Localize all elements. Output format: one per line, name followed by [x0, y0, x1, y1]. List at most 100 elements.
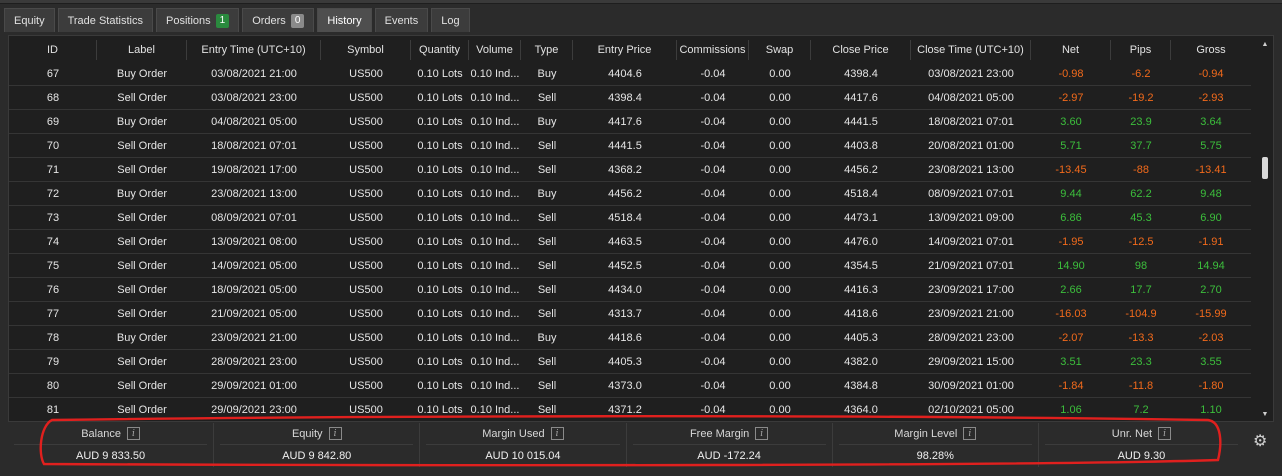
- cell-close-time-utc-10: 14/09/2021 07:01: [928, 235, 1014, 248]
- column-header-type[interactable]: Type: [521, 40, 573, 60]
- cell-label: Sell Order: [117, 259, 167, 272]
- cell-quantity: 0.10 Lots: [417, 115, 463, 128]
- table-row[interactable]: 70 Sell Order 18/08/2021 07:01 US500 0.10 Lo…: [9, 134, 1251, 158]
- cell-entry-time-utc-10: 13/09/2021 08:00: [211, 235, 297, 248]
- count-badge: 0: [290, 13, 305, 28]
- cell-id: 81: [46, 403, 60, 416]
- cell-symbol: US500: [349, 67, 383, 80]
- tab-history[interactable]: History: [317, 8, 372, 32]
- cell-type: Buy: [537, 67, 557, 80]
- column-header-close-time-utc-10[interactable]: Close Time (UTC+10): [911, 40, 1031, 60]
- cell-close-time-utc-10: 21/09/2021 07:01: [928, 259, 1014, 272]
- scroll-thumb[interactable]: [1262, 157, 1268, 179]
- cell-symbol: US500: [349, 403, 383, 416]
- cell-commissions: -0.04: [700, 379, 726, 392]
- cell-entry-price: 4405.3: [608, 355, 642, 368]
- cell-type: Sell: [537, 307, 557, 320]
- scroll-down-icon[interactable]: ▼: [1259, 409, 1271, 419]
- cell-close-price: 4403.8: [844, 139, 878, 152]
- scroll-track[interactable]: [1259, 49, 1271, 409]
- table-row[interactable]: 72 Buy Order 23/08/2021 13:00 US500 0.10 Lot…: [9, 182, 1251, 206]
- cell-commissions: -0.04: [700, 163, 726, 176]
- summary-label: Margin Level: [894, 427, 958, 440]
- info-icon[interactable]: i: [550, 427, 564, 440]
- cell-commissions: -0.04: [700, 187, 726, 200]
- tab-label: Events: [384, 14, 419, 27]
- summary-unr-net: Unr. Net i AUD 9.30: [1039, 423, 1244, 467]
- cell-close-time-utc-10: 04/08/2021 05:00: [928, 91, 1014, 104]
- table-row[interactable]: 68 Sell Order 03/08/2021 23:00 US500 0.10 Lo…: [9, 86, 1251, 110]
- column-header-close-price[interactable]: Close Price: [811, 40, 911, 60]
- column-header-commissions[interactable]: Commissions: [677, 40, 749, 60]
- cell-entry-price: 4313.7: [608, 307, 642, 320]
- tab-equity[interactable]: Equity: [4, 8, 55, 32]
- cell-net: 6.86: [1060, 211, 1082, 224]
- scroll-up-icon[interactable]: ▲: [1259, 39, 1271, 49]
- tab-label: Trade Statistics: [67, 14, 143, 27]
- table-row[interactable]: 78 Buy Order 23/09/2021 21:00 US500 0.10 Lot…: [9, 326, 1251, 350]
- column-header-swap[interactable]: Swap: [749, 40, 811, 60]
- column-header-pips[interactable]: Pips: [1111, 40, 1171, 60]
- tab-positions[interactable]: Positions 1: [155, 8, 240, 32]
- column-header-id[interactable]: ID: [9, 40, 97, 60]
- info-icon[interactable]: i: [328, 427, 342, 440]
- cell-pips: 98: [1134, 259, 1148, 272]
- column-header-entry-price[interactable]: Entry Price: [573, 40, 677, 60]
- column-header-symbol[interactable]: Symbol: [321, 40, 411, 60]
- table-row[interactable]: 76 Sell Order 18/09/2021 05:00 US500 0.10 Lo…: [9, 278, 1251, 302]
- table-row[interactable]: 69 Buy Order 04/08/2021 05:00 US500 0.10 Lot…: [9, 110, 1251, 134]
- window-top-edge: [0, 0, 1282, 4]
- summary-margin-level: Margin Level i 98.28%: [833, 423, 1039, 467]
- cell-pips: 37.7: [1130, 139, 1152, 152]
- cell-volume: 0.10 Ind...: [470, 283, 520, 296]
- gear-icon[interactable]: ⚙: [1253, 434, 1269, 450]
- table-row[interactable]: 71 Sell Order 19/08/2021 17:00 US500 0.10 Lo…: [9, 158, 1251, 182]
- table-row[interactable]: 67 Buy Order 03/08/2021 21:00 US500 0.10 Lot…: [9, 62, 1251, 86]
- cell-swap: 0.00: [769, 139, 791, 152]
- cell-commissions: -0.04: [700, 115, 726, 128]
- cell-swap: 0.00: [769, 67, 791, 80]
- cell-pips: -19.2: [1128, 91, 1154, 104]
- cell-net: 3.60: [1060, 115, 1082, 128]
- info-icon[interactable]: i: [1158, 427, 1172, 440]
- column-header-label[interactable]: Label: [97, 40, 187, 60]
- tab-log[interactable]: Log: [431, 8, 470, 32]
- vertical-scrollbar[interactable]: ▲ ▼: [1259, 39, 1271, 419]
- table-row[interactable]: 73 Sell Order 08/09/2021 07:01 US500 0.10 Lo…: [9, 206, 1251, 230]
- cell-commissions: -0.04: [700, 139, 726, 152]
- table-row[interactable]: 79 Sell Order 28/09/2021 23:00 US500 0.10 Lo…: [9, 350, 1251, 374]
- table-row[interactable]: 77 Sell Order 21/09/2021 05:00 US500 0.10 Lo…: [9, 302, 1251, 326]
- tab-bar: Equity Trade Statistics Positions 1 Orders 0 H…: [4, 8, 470, 32]
- summary-value: AUD 10 015.04: [485, 450, 561, 462]
- cell-label: Buy Order: [116, 331, 168, 344]
- cell-symbol: US500: [349, 307, 383, 320]
- summary-value: 98.28%: [916, 450, 954, 462]
- summary-label: Unr. Net: [1111, 427, 1153, 440]
- table-row[interactable]: 75 Sell Order 14/09/2021 05:00 US500 0.10 Lo…: [9, 254, 1251, 278]
- table-row[interactable]: 81 Sell Order 29/09/2021 23:00 US500 0.10 Lo…: [9, 398, 1251, 420]
- table-row[interactable]: 74 Sell Order 13/09/2021 08:00 US500 0.10 Lo…: [9, 230, 1251, 254]
- info-icon[interactable]: i: [755, 427, 769, 440]
- column-header-volume[interactable]: Volume: [469, 40, 521, 60]
- column-header-quantity[interactable]: Quantity: [411, 40, 469, 60]
- info-icon[interactable]: i: [126, 427, 140, 440]
- info-icon[interactable]: i: [963, 427, 977, 440]
- cell-pips: 45.3: [1130, 211, 1152, 224]
- tab-events[interactable]: Events: [374, 8, 429, 32]
- summary-label-row: Margin Level i: [838, 423, 1032, 445]
- summary-label-row: Margin Used i: [426, 423, 620, 445]
- cell-id: 72: [46, 187, 60, 200]
- tab-orders[interactable]: Orders 0: [242, 8, 315, 32]
- column-header-net[interactable]: Net: [1031, 40, 1111, 60]
- tab-trade-statistics[interactable]: Trade Statistics: [57, 8, 153, 32]
- cell-gross: -13.41: [1195, 163, 1227, 176]
- cell-quantity: 0.10 Lots: [417, 307, 463, 320]
- column-header-entry-time-utc-10[interactable]: Entry Time (UTC+10): [187, 40, 321, 60]
- cell-entry-price: 4452.5: [608, 259, 642, 272]
- table-row[interactable]: 80 Sell Order 29/09/2021 01:00 US500 0.10 Lo…: [9, 374, 1251, 398]
- cell-type: Sell: [537, 283, 557, 296]
- column-header-gross[interactable]: Gross: [1171, 40, 1251, 60]
- table-header: ID Label Entry Time (UTC+10) Symbol Quantity…: [9, 40, 1251, 60]
- tab-label: Positions: [165, 14, 211, 27]
- summary-balance: Balance i AUD 9 833.50: [8, 423, 215, 467]
